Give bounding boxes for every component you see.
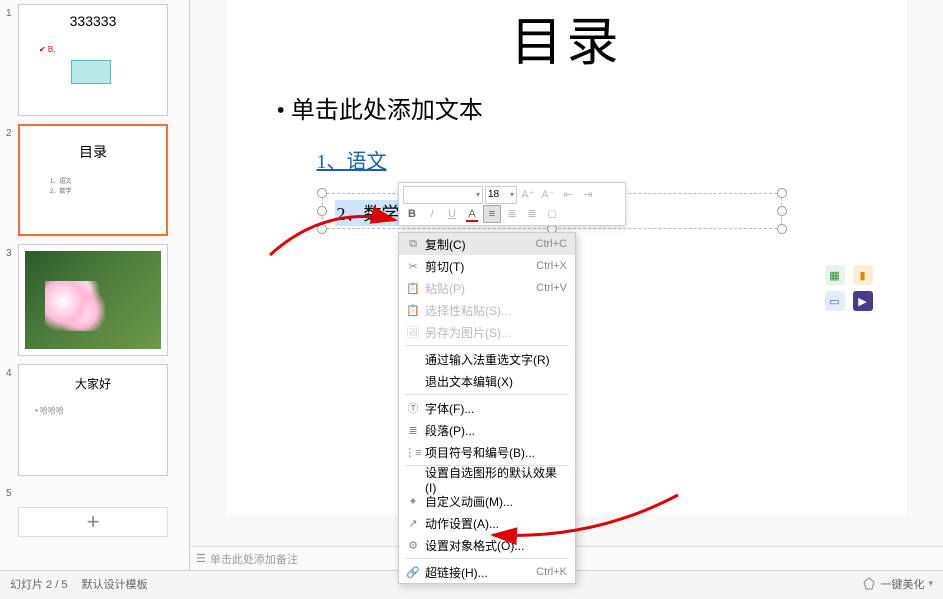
ctx-custom-animation[interactable]: ✦ 自定义动画(M)... [399, 490, 575, 512]
thumb-number: 4 [6, 364, 18, 476]
ctx-paste-special: 📋 选择性粘贴(S)... [399, 299, 575, 321]
font-size-combo[interactable]: 18 [485, 186, 517, 204]
ctx-exit-text-edit[interactable]: 退出文本编辑(X) [399, 370, 575, 392]
notes-placeholder[interactable]: 单击此处添加备注 [210, 551, 298, 567]
font-color-button[interactable]: A [463, 205, 481, 223]
ctx-save-as-image: 🖼 另存为图片(S)... [399, 321, 575, 343]
ctx-cut[interactable]: ✂ 剪切(T) Ctrl+X [399, 255, 575, 277]
notes-icon: ☰ [196, 552, 206, 565]
bold-button[interactable]: B [403, 205, 421, 223]
resize-handle[interactable] [317, 206, 327, 216]
thumb-2-selected[interactable]: 目录 1、语文 2、数学 [18, 124, 168, 236]
beautify-icon [862, 577, 876, 591]
insert-chart-icon[interactable]: ▮ [853, 265, 873, 285]
mini-toolbar[interactable]: 18 A⁺ A⁻ ⇤ ⇥ B I U A ≡ ≣ ≣ ◻ [398, 182, 626, 226]
ctx-format-object[interactable]: ⚙ 设置对象格式(O)... [399, 534, 575, 556]
paste-special-icon: 📋 [405, 304, 421, 317]
ctx-paste: 📋 粘贴(P) Ctrl+V [399, 277, 575, 299]
format-icon: ⚙ [405, 539, 421, 552]
action-icon: ↗ [405, 517, 421, 530]
resize-handle[interactable] [317, 224, 327, 234]
copy-icon: ⧉ [405, 238, 421, 251]
align-center-button[interactable]: ≡ [483, 205, 501, 223]
resize-handle[interactable] [317, 188, 327, 198]
thumb-number: 1 [6, 4, 18, 116]
thumbnail-panel[interactable]: 1 333333 ✔ B, 2 目录 1、语文 2、数学 3 [0, 0, 190, 570]
paste-icon: 📋 [405, 282, 421, 295]
thumb-row-5[interactable]: 5 [6, 484, 183, 499]
underline-button[interactable]: U [443, 205, 461, 223]
ctx-separator [405, 558, 569, 559]
insert-table-icon[interactable]: ▦ [825, 265, 845, 285]
slide-title[interactable]: 目录 [227, 0, 907, 75]
cut-icon: ✂ [405, 260, 421, 273]
bullet-text[interactable]: 单击此处添加文本 [277, 90, 837, 125]
thumb-number: 5 [6, 484, 18, 499]
resize-handle[interactable] [777, 224, 787, 234]
thumb3-image [25, 251, 161, 349]
align-right-button[interactable]: ≣ [523, 205, 541, 223]
thumb2-lines: 1、语文 2、数学 [50, 178, 71, 197]
list-indent-icon[interactable]: ⇤ [559, 186, 577, 204]
save-image-icon: 🖼 [405, 326, 421, 339]
resize-handle[interactable] [777, 188, 787, 198]
align-left-button[interactable]: ≣ [503, 205, 521, 223]
thumb1-marker: ✔ B, [39, 45, 55, 54]
thumb-row-1[interactable]: 1 333333 ✔ B, [6, 4, 183, 116]
ctx-separator [405, 345, 569, 346]
font-family-combo[interactable] [403, 186, 483, 204]
thumb-number: 3 [6, 244, 18, 356]
slide-counter: 幻灯片 2 / 5 [10, 576, 67, 592]
context-menu[interactable]: ⧉ 复制(C) Ctrl+C ✂ 剪切(T) Ctrl+X 📋 粘贴(P) Ct… [398, 232, 576, 584]
content-placeholder[interactable]: 单击此处添加文本 1、语文 [277, 90, 837, 174]
increase-font-icon[interactable]: A⁺ [519, 186, 537, 204]
hyperlink-icon: 🔗 [405, 566, 421, 579]
ctx-hyperlink[interactable]: 🔗 超链接(H)... Ctrl+K [399, 561, 575, 583]
beautify-button[interactable]: 一键美化 ▾ [862, 576, 933, 592]
thumb1-title: 333333 [19, 13, 167, 29]
insert-shape-button[interactable]: ◻ [543, 205, 561, 223]
selected-text[interactable]: 2、数学 [335, 200, 402, 226]
thumb-row-2[interactable]: 2 目录 1、语文 2、数学 [6, 124, 183, 236]
insert-media-icon[interactable]: ▶ [853, 291, 873, 311]
content-smart-icons: ▦ ▮ ▭ ▶ [825, 265, 875, 311]
paragraph-icon: ≣ [405, 424, 421, 437]
bullets-icon: ⋮≡ [405, 446, 421, 459]
list-outdent-icon[interactable]: ⇥ [579, 186, 597, 204]
ctx-paragraph[interactable]: ≣ 段落(P)... [399, 419, 575, 441]
thumb-4[interactable]: 大家好 • 哈哈哈 [18, 364, 168, 476]
ctx-separator [405, 394, 569, 395]
resize-handle[interactable] [777, 206, 787, 216]
font-icon: Ⓣ [405, 400, 421, 416]
animation-icon: ✦ [405, 495, 421, 508]
decrease-font-icon[interactable]: A⁻ [539, 186, 557, 204]
template-name: 默认设计模板 [81, 576, 147, 592]
ctx-bullets-numbering[interactable]: ⋮≡ 项目符号和编号(B)... [399, 441, 575, 463]
italic-button[interactable]: I [423, 205, 441, 223]
thumb-1[interactable]: 333333 ✔ B, [18, 4, 168, 116]
ctx-action-settings[interactable]: ↗ 动作设置(A)... [399, 512, 575, 534]
hyperlink-line-1[interactable]: 1、语文 [317, 145, 837, 174]
thumb-row-4[interactable]: 4 大家好 • 哈哈哈 [6, 364, 183, 476]
ctx-shape-default[interactable]: 设置自选图形的默认效果(I) [399, 468, 575, 490]
insert-image-icon[interactable]: ▭ [825, 291, 845, 311]
thumb-3[interactable] [18, 244, 168, 356]
add-slide-button[interactable]: + [18, 507, 168, 537]
thumb4-title: 大家好 [19, 375, 167, 392]
ctx-font[interactable]: Ⓣ 字体(F)... [399, 397, 575, 419]
chevron-down-icon: ▾ [928, 578, 933, 589]
thumb1-shape [71, 60, 111, 84]
thumb4-text: • 哈哈哈 [35, 405, 64, 416]
thumb-number: 2 [6, 124, 18, 236]
thumb2-title: 目录 [20, 142, 166, 162]
thumb-row-3[interactable]: 3 [6, 244, 183, 356]
ctx-ime-reconvert[interactable]: 通过输入法重选文字(R) [399, 348, 575, 370]
ctx-copy[interactable]: ⧉ 复制(C) Ctrl+C [399, 233, 575, 255]
